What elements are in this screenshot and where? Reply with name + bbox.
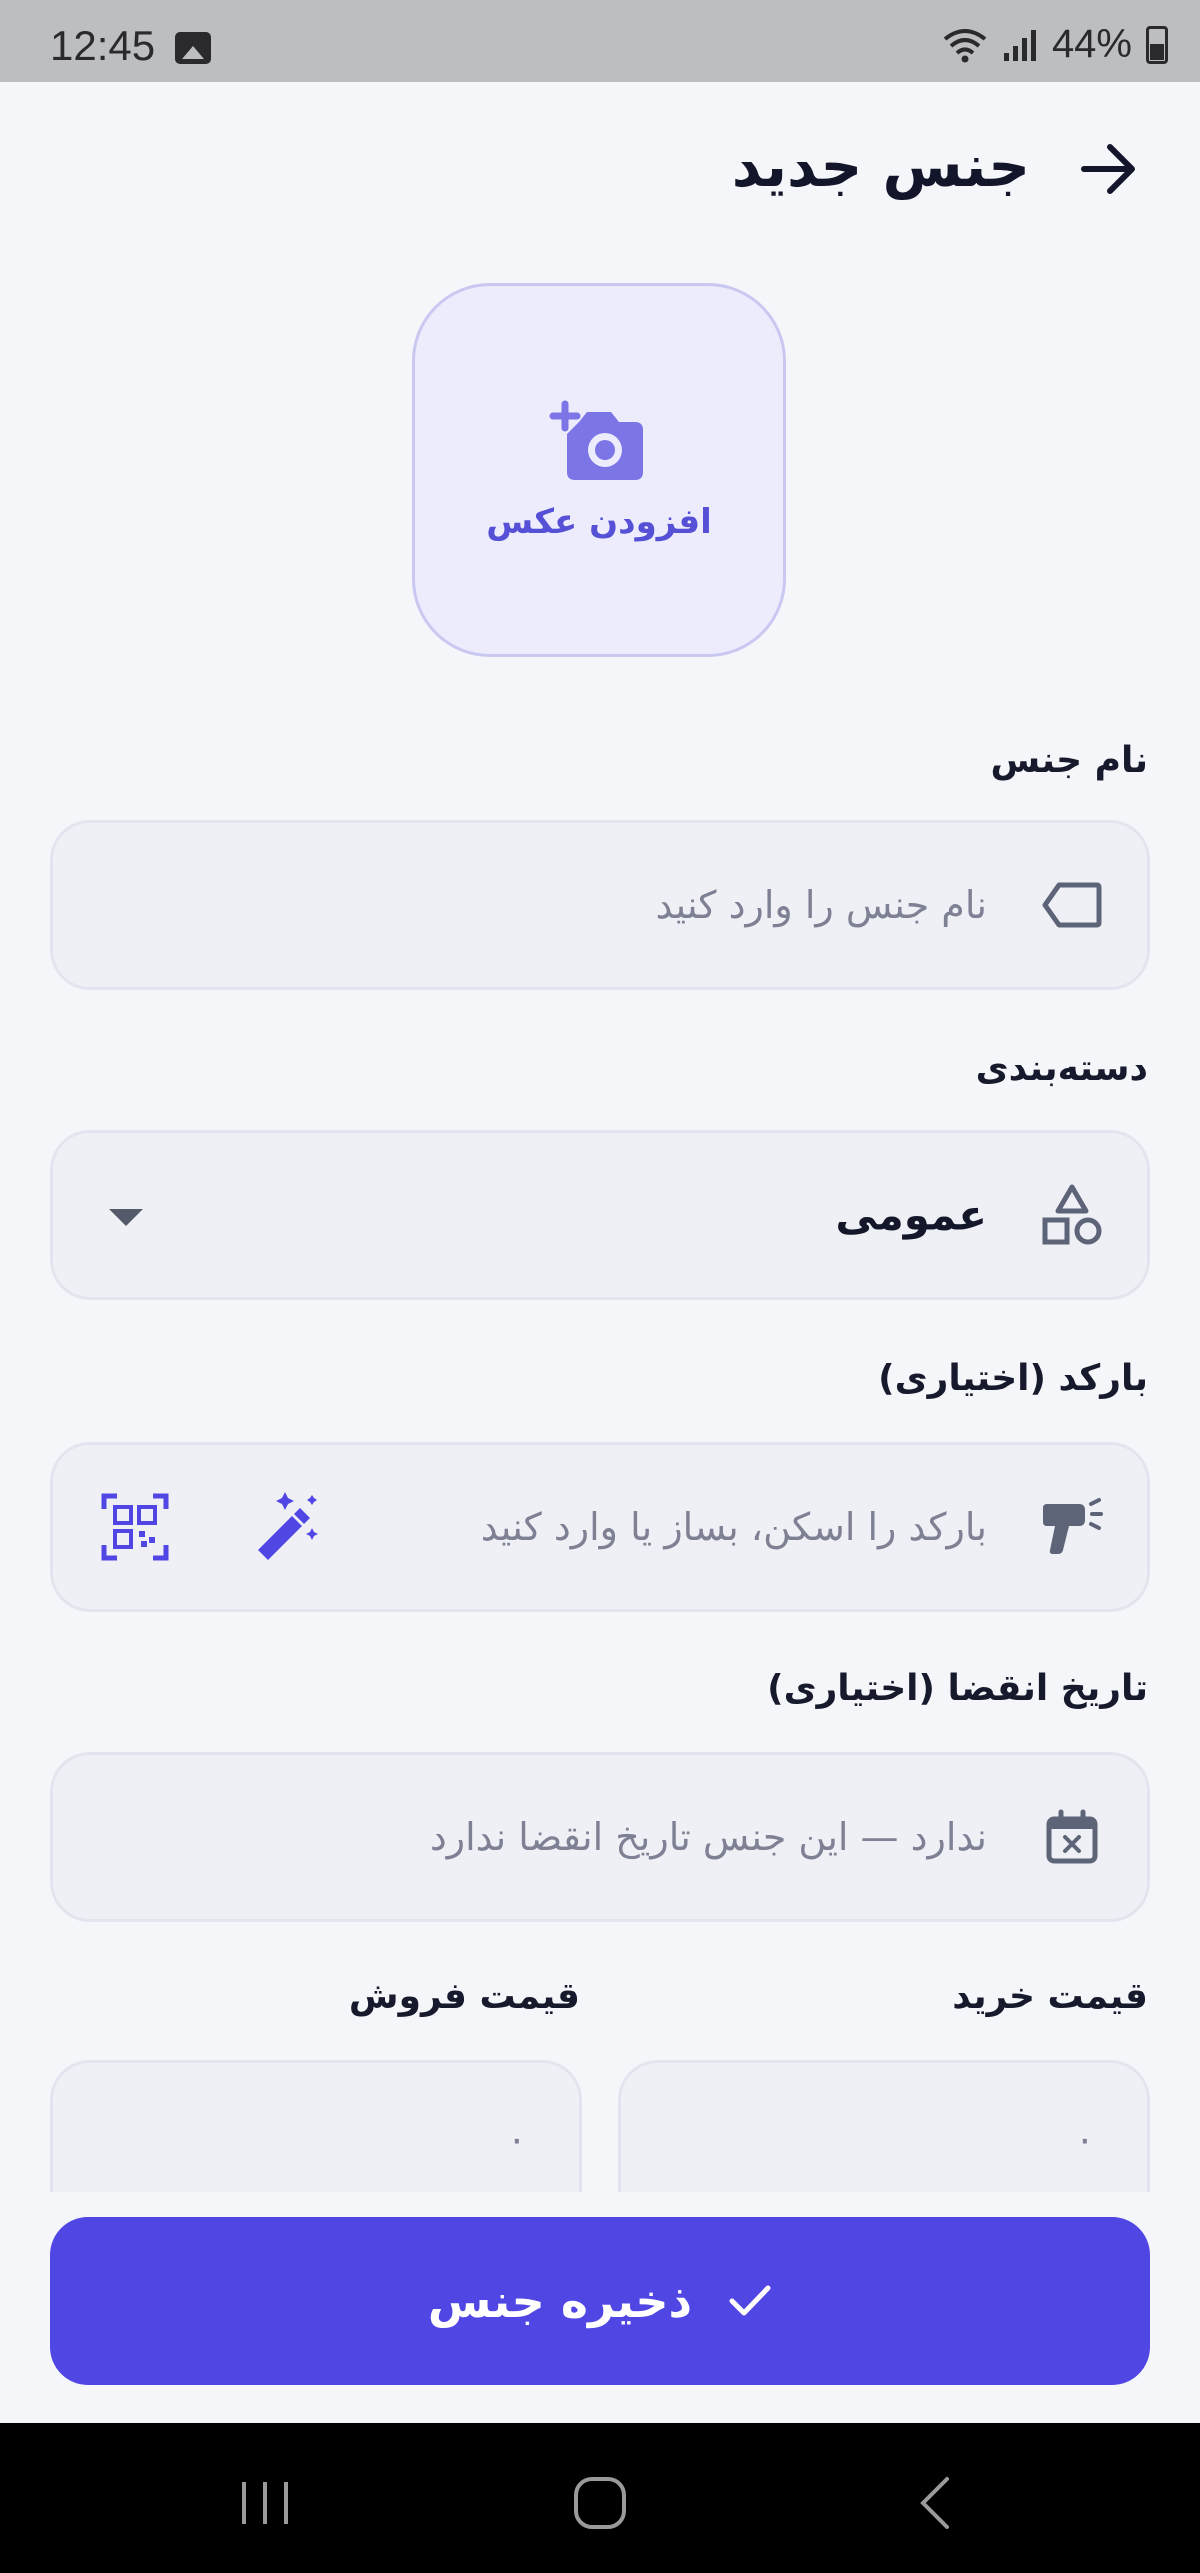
tag-icon xyxy=(1037,870,1107,940)
add-camera-icon xyxy=(549,400,643,480)
recent-apps-button[interactable] xyxy=(225,2473,305,2533)
generate-barcode-button[interactable] xyxy=(247,1487,327,1567)
home-icon xyxy=(574,2477,626,2529)
app-header: جنس جدید xyxy=(0,82,1200,262)
expiry-input[interactable]: ندارد — این جنس تاریخ انقضا ندارد xyxy=(430,1815,987,1859)
home-button[interactable] xyxy=(560,2473,640,2533)
magic-wand-icon xyxy=(258,1492,318,1560)
qr-scan-icon xyxy=(101,1493,169,1561)
status-time: 12:45 xyxy=(50,22,156,69)
arrow-right-icon xyxy=(1081,144,1135,194)
sale-price-input[interactable]: ۰ xyxy=(507,2117,527,2161)
recents-icon xyxy=(242,2482,288,2524)
category-label: دسته‌بندی xyxy=(975,1048,1148,1089)
category-value: عمومی xyxy=(835,1190,987,1240)
sale-price-label: قیمت فروش xyxy=(348,1976,580,2017)
name-input[interactable]: نام جنس را وارد کنید xyxy=(656,883,987,927)
expiry-label: تاریخ انقضا (اختیاری) xyxy=(767,1668,1148,1709)
barcode-field[interactable]: بارکد را اسکن، بساز یا وارد کنید xyxy=(50,1442,1150,1612)
expiry-field[interactable]: ندارد — این جنس تاریخ انقضا ندارد xyxy=(50,1752,1150,1922)
add-photo-button[interactable]: افزودن عکس xyxy=(412,283,786,657)
back-nav-button[interactable] xyxy=(895,2473,975,2533)
back-chevron-icon xyxy=(920,2477,949,2529)
battery-icon xyxy=(1146,25,1168,64)
calendar-x-icon xyxy=(1037,1802,1107,1872)
save-button[interactable]: ذخیره جنس xyxy=(50,2217,1150,2385)
name-field[interactable]: نام جنس را وارد کنید xyxy=(50,820,1150,990)
system-nav-bar xyxy=(0,2423,1200,2573)
shapes-icon xyxy=(1037,1180,1107,1250)
status-bar: 12:45 44% xyxy=(0,0,1200,82)
barcode-input[interactable]: بارکد را اسکن، بساز یا وارد کنید xyxy=(481,1505,987,1549)
battery-percent: 44% xyxy=(1051,22,1132,66)
save-button-label: ذخیره جنس xyxy=(427,2274,693,2328)
name-label: نام جنس xyxy=(990,740,1148,781)
add-photo-label: افزودن عکس xyxy=(486,502,712,542)
purchase-price-label: قیمت خرید xyxy=(952,1976,1148,2017)
page-title: جنس جدید xyxy=(731,132,1030,200)
scan-qr-button[interactable] xyxy=(95,1487,175,1567)
barcode-scanner-icon xyxy=(1037,1492,1107,1562)
check-icon xyxy=(729,2285,771,2316)
image-notification-icon xyxy=(175,32,211,64)
back-button[interactable] xyxy=(1074,134,1144,204)
barcode-label: بارکد (اختیاری) xyxy=(878,1358,1148,1399)
chevron-down-icon xyxy=(109,1209,143,1226)
wifi-icon xyxy=(943,28,987,62)
category-dropdown[interactable]: عمومی xyxy=(50,1130,1150,1300)
signal-icon xyxy=(1003,29,1036,61)
purchase-price-input[interactable]: ۰ xyxy=(1075,2117,1095,2161)
status-right: 44% xyxy=(942,22,1168,67)
